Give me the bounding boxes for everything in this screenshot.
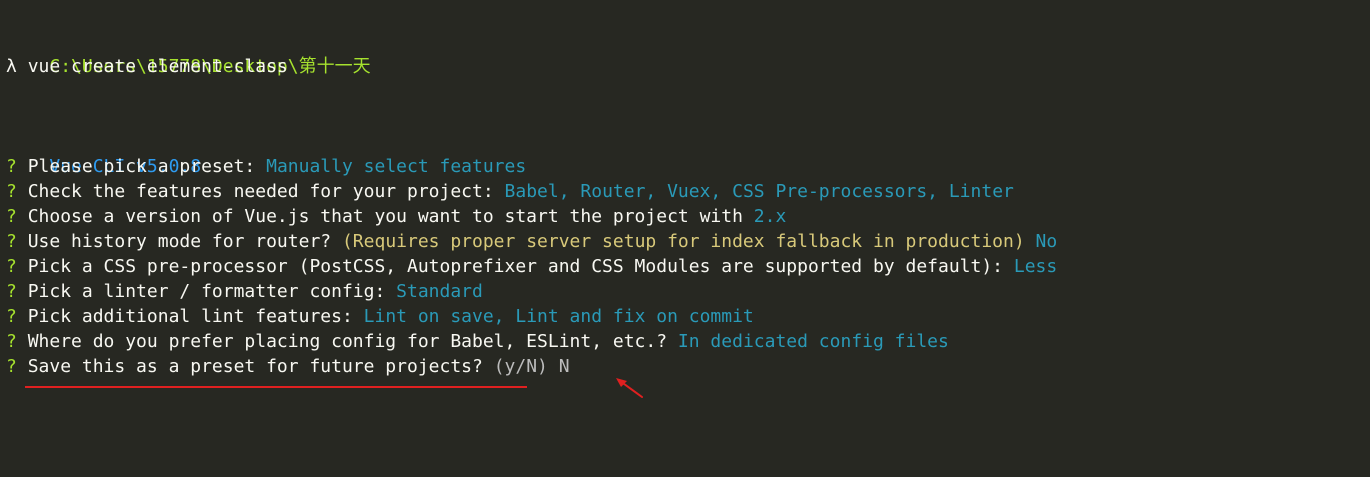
question-mark-icon: ?: [6, 331, 17, 352]
prompt-question: Use history mode for router?: [27, 231, 332, 252]
current-prompt-line[interactable]: ? Save this as a preset for future proje…: [6, 354, 1366, 379]
prompt-question: Choose a version of Vue.js that you want…: [27, 206, 743, 227]
question-mark-icon: ?: [6, 356, 17, 377]
prompt-line: ? Pick a CSS pre-processor (PostCSS, Aut…: [6, 254, 1366, 279]
question-mark-icon: ?: [6, 156, 17, 177]
cli-version-line: Vue CLI v5.0.8: [6, 129, 1366, 177]
question-mark-icon: ?: [6, 256, 17, 277]
terminal-output: C:\Users\15778\Desktop\第十一天 λ vue create…: [6, 29, 1366, 379]
prompt-question: Check the features needed for your proje…: [27, 181, 494, 202]
prompt-question: Pick additional lint features:: [27, 306, 353, 327]
question-mark-icon: ?: [6, 231, 17, 252]
prompt-answer: 2.x: [753, 206, 787, 227]
cwd-line: C:\Users\15778\Desktop\第十一天: [6, 29, 1366, 77]
prompt-answer: Babel, Router, Vuex, CSS Pre-processors,…: [504, 181, 1014, 202]
prompt-line: ? Please pick a preset: Manually select …: [6, 154, 1366, 179]
prompt-answer: Standard: [396, 281, 483, 302]
red-underline-annotation: [25, 386, 527, 388]
command-line: λ vue create element-class: [6, 54, 1366, 79]
command-text: vue create element-class: [27, 56, 288, 77]
question-mark-icon: ?: [6, 306, 17, 327]
prompt-line: ? Use history mode for router? (Requires…: [6, 229, 1366, 254]
prompt-symbol: λ: [6, 56, 17, 77]
prompt-line: ? Pick additional lint features: Lint on…: [6, 304, 1366, 329]
prompt-line: ? Check the features needed for your pro…: [6, 179, 1366, 204]
current-prompt-question: Save this as a preset for future project…: [27, 356, 483, 377]
prompt-question: Pick a CSS pre-processor (PostCSS, Autop…: [27, 256, 1004, 277]
prompt-answer: In dedicated config files: [677, 331, 949, 352]
prompt-hint: (Requires proper server setup for index …: [341, 231, 1025, 252]
red-arrow-icon: [616, 378, 643, 398]
prompt-line: ? Choose a version of Vue.js that you wa…: [6, 204, 1366, 229]
question-mark-icon: ?: [6, 206, 17, 227]
prompt-question: Pick a linter / formatter config:: [27, 281, 386, 302]
prompt-line: ? Pick a linter / formatter config: Stan…: [6, 279, 1366, 304]
prompt-question: Where do you prefer placing config for B…: [27, 331, 668, 352]
prompt-answer: No: [1035, 231, 1058, 252]
prompt-answer: Less: [1013, 256, 1058, 277]
prompt-options: (y/N): [493, 356, 548, 377]
question-mark-icon: ?: [6, 181, 17, 202]
prompt-line: ? Where do you prefer placing config for…: [6, 329, 1366, 354]
prompt-answer: Lint on save, Lint and fix on commit: [363, 306, 754, 327]
prompt-answer: Manually select features: [266, 156, 527, 177]
typed-input[interactable]: N: [559, 356, 570, 377]
prompt-question: Please pick a preset:: [27, 156, 256, 177]
question-mark-icon: ?: [6, 281, 17, 302]
